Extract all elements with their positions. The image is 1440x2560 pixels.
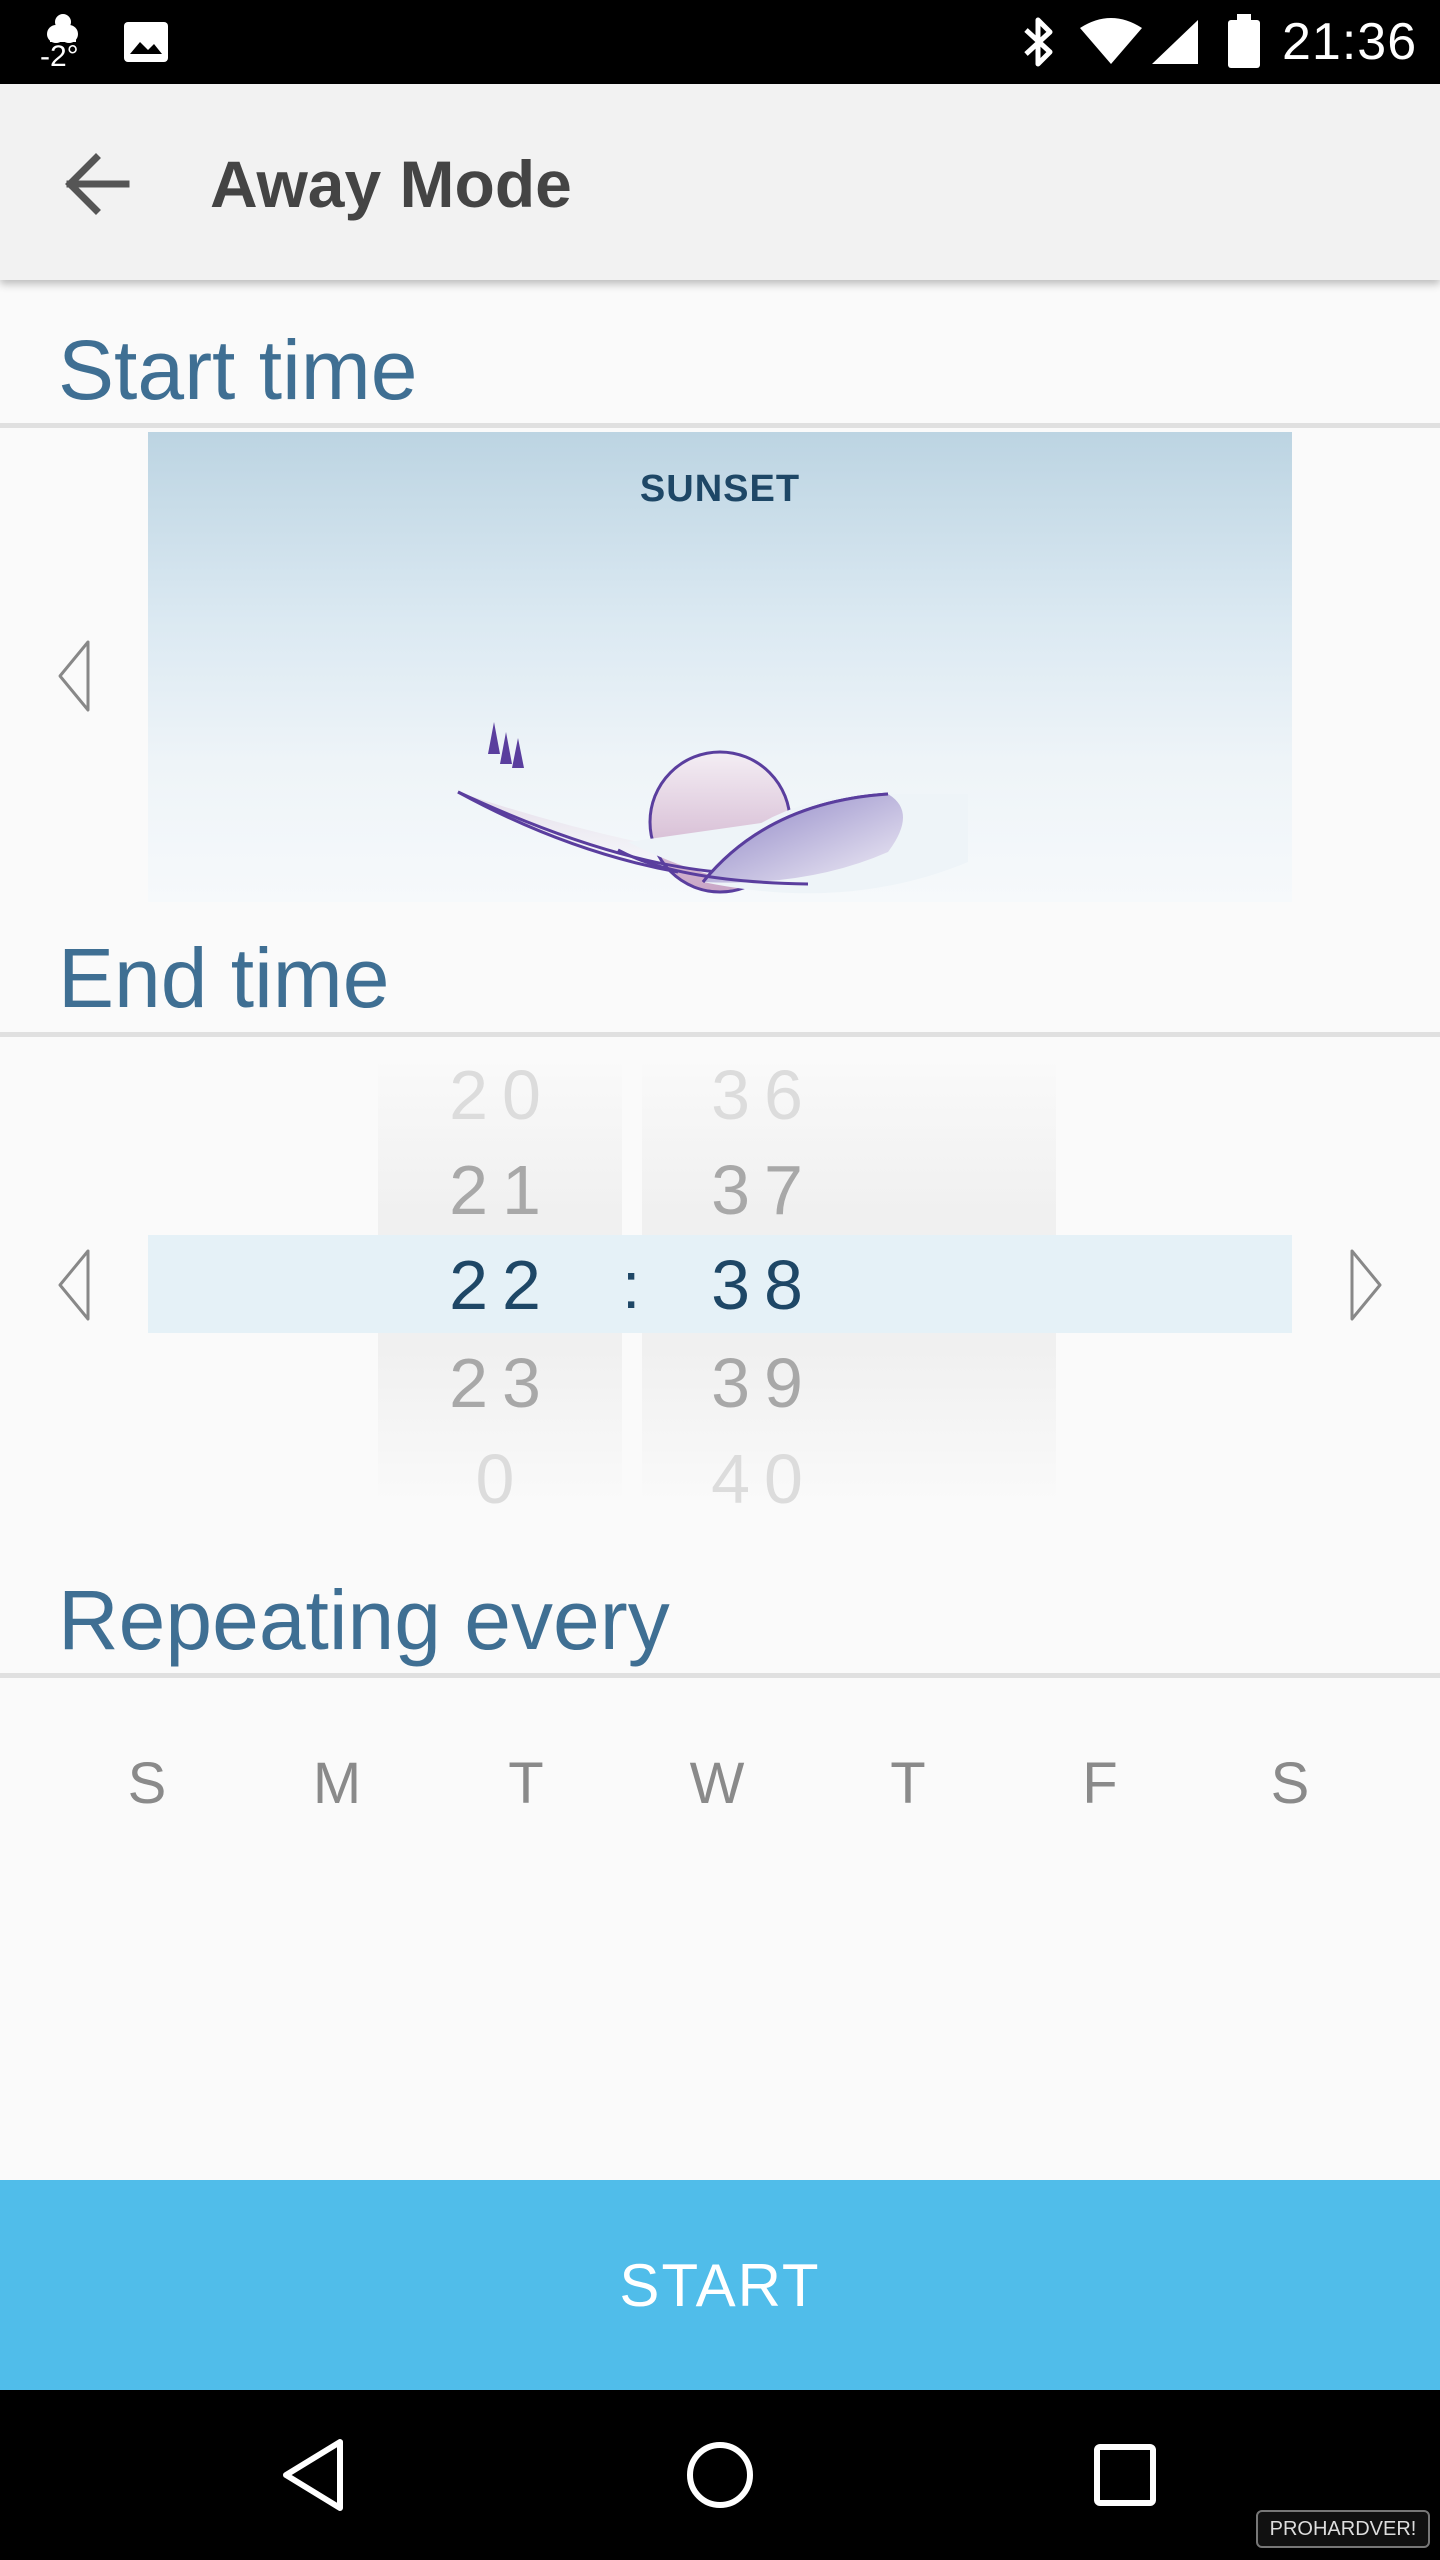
- back-arrow-icon[interactable]: [52, 144, 142, 224]
- time-separator: :: [622, 1248, 641, 1322]
- hour-option[interactable]: 20: [402, 1055, 602, 1135]
- minute-selected[interactable]: 38: [664, 1245, 864, 1325]
- day-toggle-tuesday[interactable]: T: [486, 1750, 566, 1817]
- status-bar: -2° 21:36: [0, 0, 1440, 84]
- sunset-illustration: [457, 722, 968, 894]
- cell-signal-icon: [1152, 20, 1198, 64]
- day-toggle-friday[interactable]: F: [1060, 1750, 1140, 1817]
- day-toggle-monday[interactable]: M: [297, 1750, 377, 1817]
- hour-selected[interactable]: 22: [402, 1245, 602, 1325]
- clock-text: 21:36: [1282, 13, 1418, 71]
- nav-recents-icon[interactable]: [1080, 2430, 1170, 2520]
- battery-icon: [1228, 14, 1260, 68]
- wifi-icon: [1080, 18, 1142, 64]
- day-toggle-sunday[interactable]: S: [107, 1750, 187, 1817]
- hour-option[interactable]: 21: [402, 1150, 602, 1230]
- start-button-label: START: [619, 2251, 821, 2319]
- watermark: PROHARDVER!: [1256, 2510, 1430, 2548]
- day-toggle-wednesday[interactable]: W: [677, 1750, 757, 1817]
- nav-home-icon[interactable]: [675, 2430, 765, 2520]
- page-title: Away Mode: [210, 147, 572, 221]
- minute-option[interactable]: 36: [664, 1055, 864, 1135]
- day-toggle-saturday[interactable]: S: [1250, 1750, 1330, 1817]
- temperature-text: -2°: [40, 40, 79, 73]
- minute-option[interactable]: 39: [664, 1343, 864, 1423]
- sunset-preset-card[interactable]: SUNSET: [148, 432, 1292, 902]
- start-time-header: Start time: [58, 323, 418, 417]
- end-time-prev-arrow-icon[interactable]: [54, 1245, 94, 1325]
- nav-back-icon[interactable]: [270, 2430, 360, 2520]
- sunset-label: SUNSET: [639, 468, 801, 510]
- day-toggle-thursday[interactable]: T: [868, 1750, 948, 1817]
- end-time-header: End time: [58, 931, 390, 1025]
- image-notification-icon: [124, 22, 168, 62]
- repeat-header: Repeating every: [58, 1573, 670, 1667]
- hour-option[interactable]: 23: [402, 1343, 602, 1423]
- bluetooth-icon: [1024, 17, 1053, 67]
- app-bar: Away Mode: [0, 84, 1440, 280]
- end-time-picker: 20 21 22 23 0 : 36 37 38 39 40: [148, 1055, 1292, 1518]
- start-button[interactable]: START: [0, 2180, 1440, 2390]
- end-time-next-arrow-icon[interactable]: [1346, 1245, 1386, 1325]
- end-time-divider: [0, 1032, 1440, 1037]
- start-time-divider: [0, 423, 1440, 428]
- repeat-divider: [0, 1673, 1440, 1678]
- system-nav-bar: [0, 2390, 1440, 2560]
- hour-option[interactable]: 0: [402, 1439, 602, 1519]
- minute-option[interactable]: 37: [664, 1150, 864, 1230]
- start-time-prev-arrow-icon[interactable]: [54, 636, 94, 716]
- minute-option[interactable]: 40: [664, 1439, 864, 1519]
